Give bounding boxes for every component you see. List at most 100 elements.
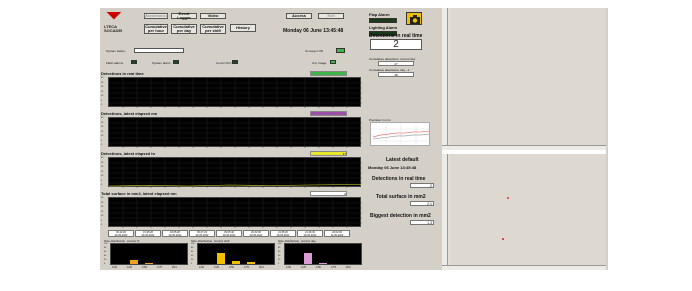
logo-text: LTECA SOCADEI <box>104 24 123 33</box>
access-button[interactable]: Access <box>286 13 312 19</box>
company-logo: ◥◤ LTECA SOCADEI <box>104 10 140 38</box>
history-button[interactable]: History <box>230 24 256 32</box>
chart-y-tick: 20 <box>101 166 104 168</box>
histogram-x-tick: 0.00 <box>199 266 204 269</box>
lighting-alarm-label: Lighting Alarm <box>369 25 398 30</box>
histogram-x-tick: 0.25 <box>301 266 306 269</box>
chart-y-tick: 5 <box>101 99 103 102</box>
histogram-y-tick: 0 <box>191 263 193 265</box>
time-axis-cell: 09:05:40 29-05-2022 <box>216 230 242 237</box>
chart-y-tick: 25 <box>101 161 104 164</box>
histogram-bar <box>232 260 240 264</box>
current-date-time: Monday 06 June 13:45:48 <box>283 28 344 34</box>
detections-realtime-value: 2 <box>370 39 422 50</box>
time-axis-cell: 15:45:28 29-05-2022 <box>135 230 161 237</box>
time-axis-cell: 22:02:06 11-05-2022 <box>324 230 350 237</box>
time-axis-date: 29-05-2022 <box>141 234 155 237</box>
rt-detections-label: Detections in real time <box>372 176 426 182</box>
image-view[interactable] <box>450 8 606 145</box>
chart-level-bar <box>310 111 347 116</box>
cumulative-shift-button[interactable]: Cumulative per shift <box>200 24 226 34</box>
camera-icon[interactable] <box>406 12 422 25</box>
chart-y-tick: 0 <box>101 224 103 226</box>
flap-alarm-label: Flap Alarm <box>369 12 390 17</box>
flap-alarm-indicator <box>369 18 397 23</box>
size-histogram <box>284 243 362 265</box>
chart-y-tick: 10 <box>101 95 104 97</box>
time-axis-date: 29-05-2022 <box>114 234 128 237</box>
precision-mini-chart <box>370 122 431 147</box>
histogram-y-tick: 20 <box>191 259 194 261</box>
any-image-label: Any Image <box>312 61 327 65</box>
histogram-x-tick: 25.0 <box>172 266 177 269</box>
image-view[interactable] <box>450 154 606 265</box>
any-image-led-icon <box>330 60 336 64</box>
flash-alarms-label: Flash alarms <box>106 61 124 65</box>
time-axis-date: 29-05-2022 <box>222 234 236 237</box>
histogram-y-tick: 80 <box>104 247 107 249</box>
total-surface-label: Total surface in mm2 <box>376 194 426 200</box>
time-axis-date: 29-05-2022 <box>303 234 317 237</box>
chart-y-tick: 0 <box>101 144 103 146</box>
exit-button[interactable]: Exit <box>318 13 344 19</box>
histogram-y-tick: 0 <box>104 263 106 265</box>
histogram-bar <box>145 262 153 264</box>
defect-marker[interactable] <box>502 238 504 240</box>
histogram-y-tick: 100 <box>191 243 195 245</box>
chart-title: Detections, latest elapsed hr <box>101 151 156 156</box>
chart-y-tick: 10 <box>101 175 104 177</box>
detections-summary-panel: Flap Alarm Lighting Alarm Detections in … <box>366 8 438 270</box>
cumulative-hour-button[interactable]: Cumulative per hour <box>144 24 168 34</box>
x-ruler <box>442 265 606 270</box>
time-axis-date: 29-05-2022 <box>168 234 182 237</box>
chart-y-tick: 30 <box>101 77 104 79</box>
histogram-y-tick: 20 <box>104 259 107 261</box>
histogram-y-tick: 60 <box>278 251 281 253</box>
chart-y-tick: 5 <box>101 219 103 222</box>
chart-y-tick: 30 <box>101 197 104 199</box>
y-ruler <box>442 154 448 265</box>
time-axis-cell: 21:35:20 29-05-2022 <box>270 230 296 237</box>
histogram-y-tick: 60 <box>191 251 194 253</box>
histogram-bar <box>304 253 312 264</box>
video-button[interactable]: Video <box>200 13 226 19</box>
chart-y-tick: 20 <box>101 206 104 208</box>
maintenance-button[interactable]: Maintenance <box>144 13 168 19</box>
cumulative-day-button[interactable]: Cumulative per day <box>171 24 197 34</box>
histogram-x-tick: 0.50 <box>142 266 147 269</box>
flash-alarms-led-icon <box>131 60 137 64</box>
histogram-y-tick: 60 <box>104 251 107 253</box>
chart-y-tick: 15 <box>101 90 104 93</box>
latest-default-label: Latest default <box>386 157 419 163</box>
chart-y-tick: 15 <box>101 130 104 133</box>
histogram-x-tick: 0.00 <box>286 266 291 269</box>
rt-detections-value: 2 <box>410 183 434 188</box>
time-axis-date: 29-05-2022 <box>195 234 209 237</box>
histogram-x-tick: 25.0 <box>259 266 264 269</box>
event-logger-button[interactable]: Event Logger <box>171 12 197 20</box>
chart-y-tick: 5 <box>101 179 103 182</box>
realtime-chart <box>108 77 362 108</box>
chart-y-tick: 0 <box>101 104 103 106</box>
histogram-x-tick: 0.50 <box>316 266 321 269</box>
histogram-x-tick: 0.75 <box>331 266 336 269</box>
defect-marker[interactable] <box>507 197 509 199</box>
system-alarm-led-icon <box>173 60 179 64</box>
chart-level-bar: 0 <box>310 191 347 196</box>
histogram-x-tick: 0.75 <box>244 266 249 269</box>
camera-image-top[interactable] <box>442 8 606 150</box>
system-status-label: System status <box>106 49 125 53</box>
histogram-bar <box>217 253 225 264</box>
histogram-y-tick: 100 <box>104 243 108 245</box>
histogram-y-tick: 80 <box>278 247 281 249</box>
histogram-y-tick: 80 <box>191 247 194 249</box>
chart-level-bar <box>310 71 347 76</box>
histogram-x-tick: 0.00 <box>112 266 117 269</box>
logo-mark-icon: ◥◤ <box>107 10 121 20</box>
chart-y-tick: 0 <box>101 184 103 186</box>
conveyor-on-label: Conveyor ON <box>305 49 324 53</box>
camera-image-bottom[interactable] <box>442 154 606 270</box>
histogram-bar <box>247 262 255 264</box>
time-axis-cell: 06:42:26 29-05-2022 <box>108 230 134 237</box>
chart-y-tick: 10 <box>101 215 104 217</box>
